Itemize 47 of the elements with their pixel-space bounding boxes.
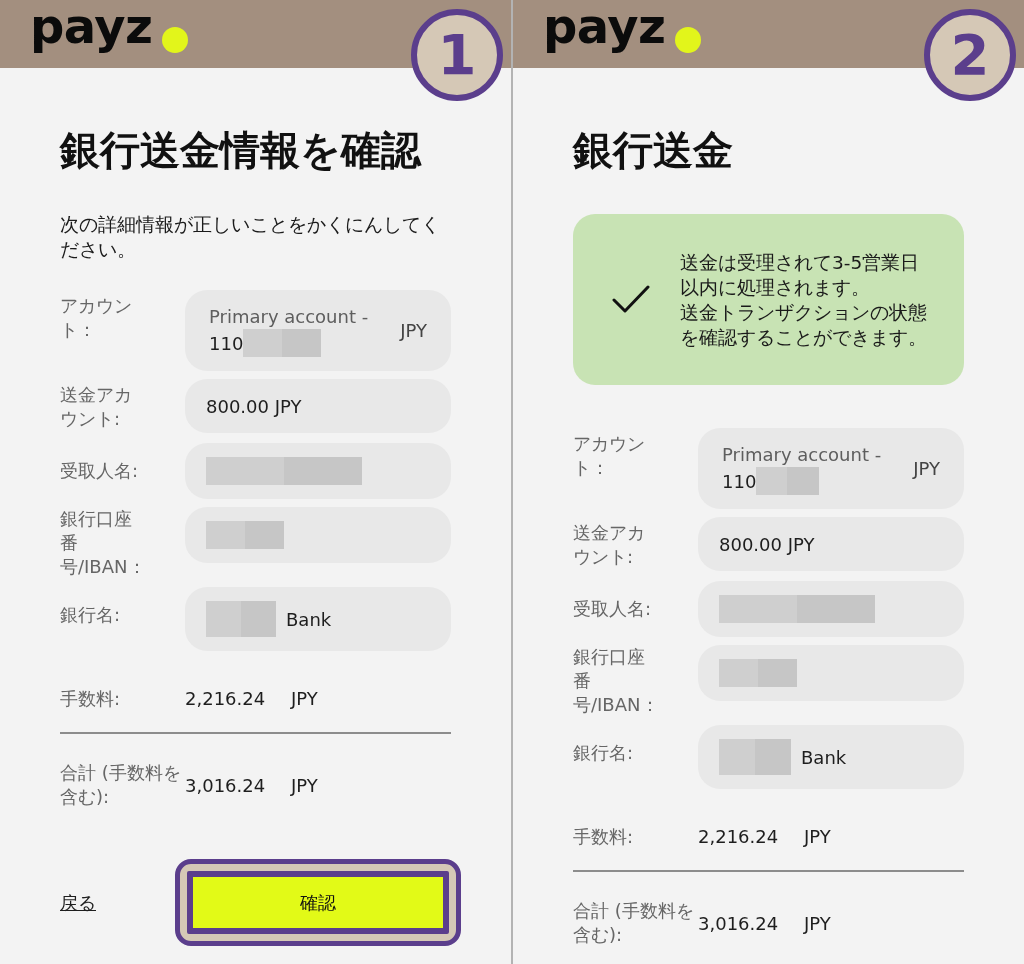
account-number: 110 [209,331,244,356]
field-label: 銀行口座番号/IBAN： [573,645,660,717]
back-link[interactable]: 戻る [60,890,96,915]
field-label: 送金アカウント: [60,383,133,431]
field-label: アカウント： [573,432,646,480]
page-title: 銀行送金情報を確認 [60,130,423,170]
currency-text: JPY [913,457,940,481]
field-value: 800.00 JPY [719,532,815,557]
field-label: 受取人名: [573,597,652,621]
summary-currency: JPY [804,911,831,936]
instruction-text: 次の詳細情報が正しいことをかくにんしてください。 [60,213,441,262]
field-value: Primary account - [722,443,882,467]
field-label: 銀行名: [60,603,121,627]
check-icon [612,285,650,314]
account-number: 110 [722,469,757,494]
step-badge: 2 [924,9,1016,101]
summary-amount: 3,016.24 [698,911,780,936]
redacted-block [206,601,276,637]
field-label: 送金アカウント: [573,521,646,569]
logo-dot-icon [161,27,188,53]
summary-currency: JPY [804,825,831,849]
notice-text: 送金は受理されて3-5営業日以内に処理されます。 [680,250,921,300]
field-value: 800.00 JPY [206,394,302,419]
summary-label: 手数料: [573,824,635,849]
summary-amount: 3,016.24 [185,773,267,798]
field-value: Primary account - [209,305,369,329]
field-label: 銀行名: [573,741,634,765]
page-title: 銀行送金 [573,130,734,170]
field-label: 銀行口座番号/IBAN： [60,507,147,579]
summary-amount: 2,216.24 [185,687,267,711]
field-value: Bank [801,745,847,770]
summary-currency: JPY [291,687,318,711]
confirm-button[interactable]: 確認 [187,871,449,934]
summary-label: 手数料: [60,686,122,711]
step-badge: 1 [411,9,503,101]
notice-text: 送金トランザクションの状態を確認することができます。 [680,300,928,350]
summary-currency: JPY [291,773,318,798]
summary-label: 合計 (手数料を含む): [60,761,182,809]
field-label: アカウント： [60,294,133,342]
redacted-block [719,739,791,775]
summary-label: 合計 (手数料を含む): [573,899,695,947]
summary-amount: 2,216.24 [698,825,780,849]
field-value: Bank [286,607,332,632]
field-label: 受取人名: [60,459,139,483]
currency-text: JPY [400,319,427,343]
logo-dot-icon [674,27,701,53]
redacted-block [756,467,820,495]
